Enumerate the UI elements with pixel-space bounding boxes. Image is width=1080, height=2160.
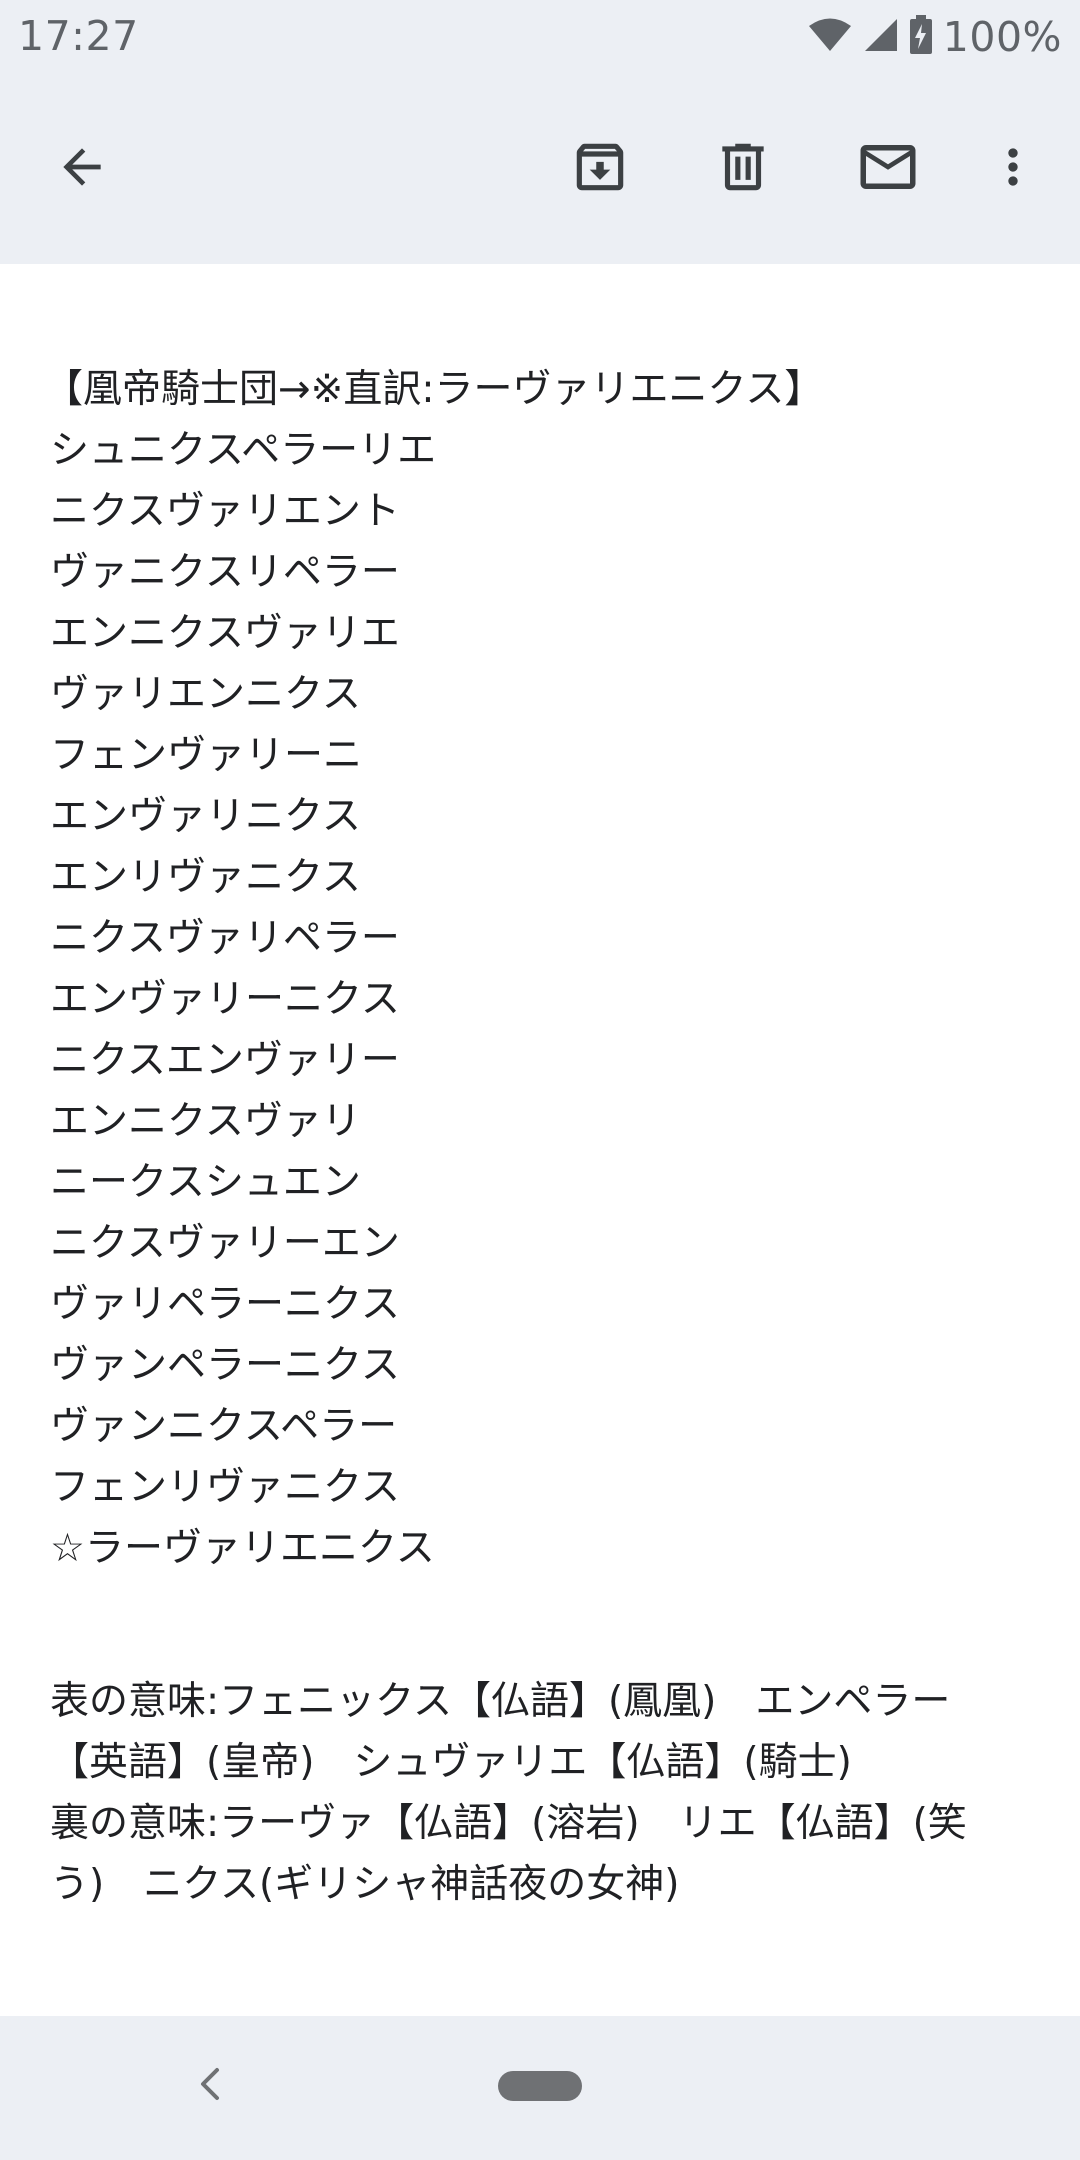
name-line: ニークスシュエン [50, 1160, 361, 1205]
name-line: ヴァリエンニクス [50, 672, 361, 717]
nav-back-icon [195, 2064, 225, 2108]
name-line: ニクスヴァリーエン [50, 1221, 400, 1266]
signal-icon [863, 17, 899, 57]
archive-button[interactable] [545, 114, 655, 224]
status-bar: 17:27 100% [0, 0, 1080, 74]
name-line: ニクスヴァリペラー [50, 916, 400, 961]
status-icons: 100% [807, 12, 1062, 62]
mark-unread-button[interactable] [833, 114, 943, 224]
note-line: 裏の意味:ラーヴァ【仏語】(溶岩) リエ【仏語】(笑 [50, 1801, 967, 1846]
mail-icon [855, 134, 921, 204]
email-heading: 【凰帝騎士団→※直訳:ラーヴァリエニクス】 [44, 367, 824, 412]
home-pill-icon[interactable] [498, 2071, 582, 2101]
more-options-button[interactable] [958, 114, 1068, 224]
name-line: フェンリヴァニクス [50, 1465, 400, 1510]
name-line: エンヴァリーニクス [50, 977, 400, 1022]
name-line: ☆ラーヴァリエニクス [50, 1526, 435, 1571]
battery-percent: 100% [942, 13, 1062, 61]
email-toolbar [0, 74, 1080, 264]
status-time: 17:27 [18, 12, 139, 60]
nav-back-button[interactable] [180, 2056, 240, 2116]
note-line: 【英語】(皇帝) シュヴァリエ【仏語】(騎士) [50, 1740, 852, 1785]
more-vert-icon [985, 139, 1041, 199]
name-line: ニクスヴァリエント [50, 489, 400, 534]
battery-charging-icon [909, 15, 933, 59]
name-line: エンリヴァニクス [50, 855, 361, 900]
name-line: ヴァリペラーニクス [50, 1282, 400, 1327]
system-nav-bar [0, 2016, 1080, 2160]
note-line: 表の意味:フェニックス【仏語】(鳳凰) エンペラー [50, 1679, 951, 1724]
name-line: ニクスエンヴァリー [50, 1038, 400, 1083]
name-line: フェンヴァリーニ [50, 733, 363, 778]
name-line: エンニクスヴァリ [50, 1099, 361, 1144]
back-arrow-icon [54, 139, 110, 199]
name-line: ヴァンニクスペラー [50, 1404, 398, 1449]
archive-icon [569, 136, 631, 202]
name-line: ヴァニクスリペラー [50, 550, 400, 595]
delete-icon [712, 136, 774, 202]
name-line: ヴァンペラーニクス [50, 1343, 400, 1388]
delete-button[interactable] [688, 114, 798, 224]
name-line: エンニクスヴァリエ [50, 611, 400, 656]
name-line: エンヴァリニクス [50, 794, 361, 839]
email-body: 【凰帝騎士団→※直訳:ラーヴァリエニクス】 シュニクスペラーリエ ニクスヴァリエ… [0, 264, 1080, 2016]
wifi-icon [807, 17, 853, 57]
back-button[interactable] [27, 114, 137, 224]
note-line: う) ニクス(ギリシャ神話夜の女神) [50, 1862, 680, 1907]
name-line: シュニクスペラーリエ [50, 428, 437, 473]
